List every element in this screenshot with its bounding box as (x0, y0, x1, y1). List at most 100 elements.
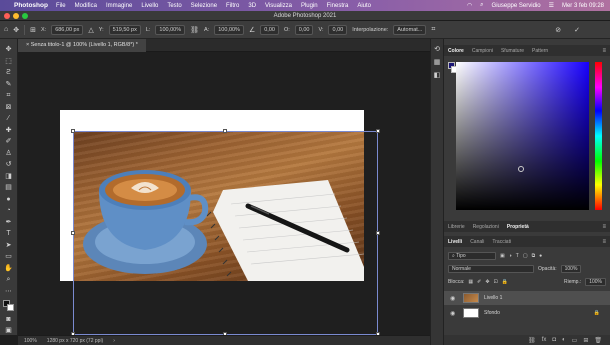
comments-panel-icon[interactable]: ◧ (434, 71, 441, 79)
healing-brush-tool-icon[interactable]: ✚ (3, 126, 14, 135)
history-panel-icon[interactable]: ⟲ (434, 45, 440, 53)
check-icon[interactable]: ✓ (574, 26, 580, 34)
blend-mode-select[interactable]: Normale (448, 265, 534, 273)
canvas-area[interactable] (18, 52, 430, 335)
screen-mode-icon[interactable]: ▣ (3, 326, 14, 335)
menu-app-name[interactable]: Photoshop (14, 2, 48, 9)
type-tool-icon[interactable]: T (3, 229, 14, 238)
filter-shape-icon[interactable]: ▢ (523, 253, 528, 259)
menu-livello[interactable]: Livello (141, 3, 158, 9)
filter-toggle-icon[interactable]: ● (539, 253, 542, 259)
lock-all-icon[interactable]: 🔒 (502, 279, 508, 285)
menu-aiuto[interactable]: Aiuto (357, 3, 371, 9)
layer-name[interactable]: Livello 1 (484, 295, 502, 301)
tab-canali[interactable]: Canali (470, 239, 484, 245)
tab-campioni[interactable]: Campioni (472, 48, 493, 54)
lock-icon[interactable]: 🔒 (594, 310, 600, 316)
h-skew-field[interactable]: 0,00 (294, 24, 314, 35)
background-color-swatch[interactable] (6, 304, 14, 311)
menu-modifica[interactable]: Modifica (75, 3, 97, 9)
hand-tool-icon[interactable]: ✋ (3, 264, 14, 273)
link-icon[interactable]: ⛓ (190, 26, 199, 34)
tab-librerie[interactable]: Librerie (448, 224, 465, 230)
minimize-window-button[interactable] (13, 13, 19, 19)
tab-proprieta[interactable]: Proprietà (507, 224, 529, 230)
transform-handle-top-right[interactable] (376, 129, 380, 133)
clock[interactable]: Mer 3 feb 09:28 (562, 3, 604, 9)
menu-file[interactable]: File (56, 3, 66, 9)
dodge-tool-icon[interactable]: ◔ (3, 206, 14, 215)
layer-row-livello-1[interactable]: ◉ Livello 1 (444, 291, 610, 305)
color-field[interactable] (456, 62, 589, 210)
menu-plugin[interactable]: Plugin (301, 3, 318, 9)
lock-pixels-icon[interactable]: ✐ (477, 279, 481, 285)
gradient-tool-icon[interactable]: ▤ (3, 183, 14, 192)
history-brush-tool-icon[interactable]: ↺ (3, 160, 14, 169)
quick-mask-icon[interactable]: ◙ (3, 315, 14, 324)
quick-select-tool-icon[interactable]: ✎ (3, 80, 14, 89)
layer-name[interactable]: Sfondo (484, 310, 500, 316)
filter-pixel-icon[interactable]: ▣ (500, 253, 505, 259)
lock-transparent-icon[interactable]: ▦ (468, 279, 473, 285)
blur-tool-icon[interactable]: ● (3, 195, 14, 204)
width-field[interactable]: 100,00% (155, 24, 186, 35)
hue-slider[interactable] (595, 62, 602, 210)
move-tool-icon[interactable]: ✥ (3, 45, 14, 54)
menu-immagine[interactable]: Immagine (106, 3, 132, 9)
crop-tool-icon[interactable]: ⌗ (3, 91, 14, 100)
lasso-tool-icon[interactable]: ϩ (3, 68, 14, 77)
tab-pattern[interactable]: Pattern (532, 48, 548, 54)
tab-regolazioni[interactable]: Regolazioni (473, 224, 499, 230)
transform-bounding-box[interactable] (73, 131, 378, 335)
fx-icon[interactable]: fx (542, 337, 547, 343)
user-name[interactable]: Giuseppe Servidio (492, 3, 541, 9)
triangle-icon[interactable]: △ (88, 26, 93, 34)
lock-position-icon[interactable]: ✥ (485, 279, 489, 285)
tab-tracciati[interactable]: Tracciati (492, 239, 511, 245)
marquee-tool-icon[interactable]: ⬚ (3, 57, 14, 66)
adjustment-layer-icon[interactable]: ◐ (562, 337, 566, 343)
menu-3d[interactable]: 3D (248, 3, 256, 9)
rectangle-tool-icon[interactable]: ▭ (3, 252, 14, 261)
zoom-window-button[interactable] (22, 13, 28, 19)
frame-tool-icon[interactable]: ⊠ (3, 103, 14, 112)
transform-handle-top-left[interactable] (71, 129, 75, 133)
transform-handle-middle-left[interactable] (71, 231, 75, 235)
opacity-field[interactable]: 100% (560, 265, 582, 273)
tab-sfumature[interactable]: Sfumature (501, 48, 524, 54)
menu-testo[interactable]: Testo (167, 3, 181, 9)
panel-menu-icon[interactable]: ≡ (602, 239, 606, 245)
document-tab[interactable]: × Senza titolo-1 @ 100% (Livello 1, RGB/… (18, 39, 146, 52)
close-window-button[interactable] (4, 13, 10, 19)
x-position-field[interactable]: 686,00 px (51, 24, 84, 35)
tab-livelli[interactable]: Livelli (448, 239, 462, 245)
filter-type-icon[interactable]: T (516, 253, 519, 259)
interpolation-select[interactable]: Automat... (393, 24, 427, 35)
filter-adjust-icon[interactable]: ◑ (509, 253, 512, 259)
brush-tool-icon[interactable]: ✐ (3, 137, 14, 146)
chevron-right-icon[interactable]: › (113, 338, 115, 344)
new-layer-icon[interactable]: ⊞ (583, 337, 588, 344)
color-swatches[interactable] (2, 300, 15, 312)
zoom-level[interactable]: 100% (24, 338, 37, 344)
trash-icon[interactable]: 🗑 (594, 337, 602, 344)
link-layers-icon[interactable]: ⛓ (528, 337, 536, 344)
panel-menu-icon[interactable]: ≡ (602, 224, 606, 230)
add-mask-icon[interactable]: ◘ (552, 337, 556, 343)
move-tool-preset-icon[interactable]: ✥ (13, 26, 19, 34)
angle-field[interactable]: 0,00 (260, 24, 279, 35)
zoom-tool-icon[interactable]: ⌕ (3, 275, 14, 284)
pen-tool-icon[interactable]: ✒ (3, 218, 14, 227)
menu-finestra[interactable]: Finestra (327, 3, 349, 9)
clone-stamp-tool-icon[interactable]: ♙ (3, 149, 14, 158)
panel-menu-icon[interactable]: ≡ (602, 48, 606, 54)
layer-row-sfondo[interactable]: ◉ Sfondo 🔒 (444, 306, 610, 320)
cancel-icon[interactable]: ⊘ (555, 26, 561, 34)
menu-selezione[interactable]: Selezione (191, 3, 217, 9)
visibility-eye-icon[interactable]: ◉ (450, 310, 458, 317)
home-icon[interactable]: ⌂ (4, 26, 8, 33)
visibility-eye-icon[interactable]: ◉ (450, 295, 458, 302)
control-center-icon[interactable]: ☰ (549, 2, 554, 9)
document-size[interactable]: 1280 px x 720 px (72 ppi) (47, 338, 103, 344)
search-icon[interactable]: ⌕ (480, 2, 483, 9)
